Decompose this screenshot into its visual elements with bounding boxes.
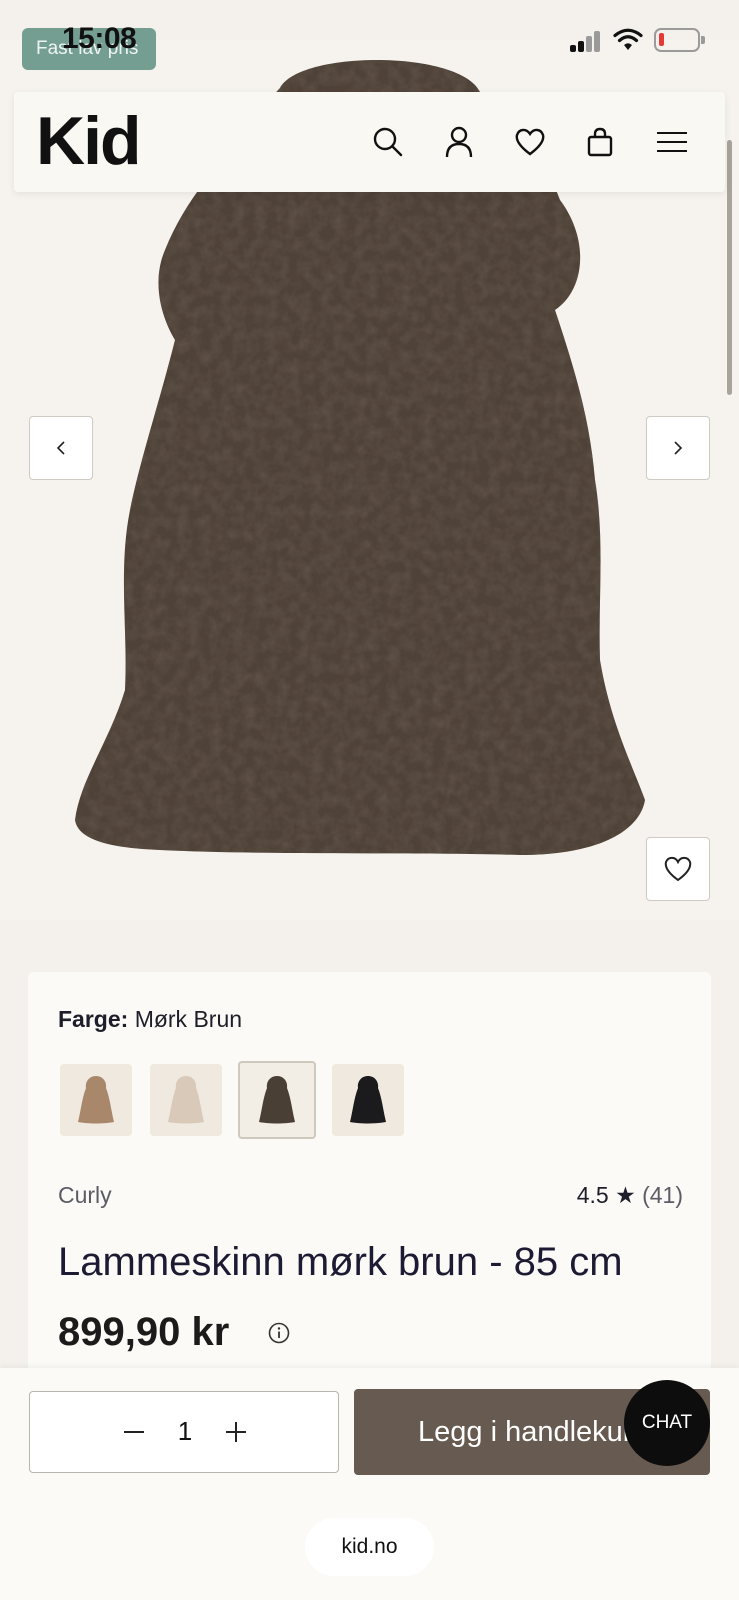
color-value: Mørk Brun — [134, 1006, 243, 1032]
quantity-value[interactable]: 1 — [170, 1416, 200, 1447]
menu-button[interactable] — [650, 120, 694, 164]
rating-value: 4.5 ★ — [576, 1182, 636, 1208]
decrease-quantity-button[interactable] — [114, 1412, 154, 1452]
increase-quantity-button[interactable] — [216, 1412, 256, 1452]
wifi-icon — [613, 28, 643, 50]
heart-icon — [664, 856, 692, 882]
previous-image-button[interactable] — [29, 416, 93, 480]
minus-icon — [124, 1431, 144, 1433]
wishlist-button[interactable] — [508, 120, 552, 164]
color-selection-label: Farge: Mørk Brun — [58, 1006, 242, 1033]
product-price: 899,90 kr — [58, 1310, 230, 1354]
product-title: Lammeskinn mørk brun - 85 cm — [58, 1240, 623, 1284]
heart-icon — [515, 128, 545, 156]
swatch-beige[interactable] — [60, 1064, 132, 1136]
plus-icon — [226, 1422, 246, 1442]
pelt-swatch-beige-icon — [78, 1076, 114, 1124]
next-image-button[interactable] — [646, 416, 710, 480]
color-label: Farge: — [58, 1006, 129, 1032]
swatch-cream[interactable] — [150, 1064, 222, 1136]
search-button[interactable] — [366, 120, 410, 164]
chevron-left-icon — [56, 441, 65, 455]
chevron-right-icon — [674, 441, 683, 455]
battery-icon — [654, 28, 705, 52]
site-header: Kid — [14, 92, 725, 192]
site-logo[interactable]: Kid — [36, 102, 142, 180]
add-to-wishlist-button[interactable] — [646, 837, 710, 901]
rating-count: (41) — [642, 1182, 683, 1208]
account-button[interactable] — [437, 120, 481, 164]
menu-icon — [657, 132, 687, 152]
swatch-dark-brown[interactable] — [238, 1061, 316, 1139]
pelt-swatch-black-icon — [350, 1076, 386, 1124]
cellular-signal-icon — [570, 30, 602, 52]
pelt-swatch-cream-icon — [168, 1076, 204, 1124]
swatch-black[interactable] — [332, 1064, 404, 1136]
chat-button[interactable]: CHAT — [624, 1380, 710, 1466]
status-time: 15:08 — [62, 22, 137, 55]
search-icon — [373, 127, 403, 157]
browser-url[interactable]: kid.no — [305, 1518, 434, 1576]
bag-icon — [587, 127, 613, 157]
pelt-swatch-dark-brown-icon — [259, 1076, 295, 1124]
cart-button[interactable] — [578, 120, 622, 164]
status-bar: Fast lav pris 15:08 — [0, 0, 739, 86]
scrollbar[interactable] — [727, 140, 732, 395]
account-icon — [445, 126, 473, 158]
page: Fast lav pris 15:08 Kid Farge: Mørk Brun… — [0, 0, 739, 1600]
product-details-card: Farge: Mørk Brun Curly 4.5 ★ (41) Lammes… — [28, 972, 711, 1392]
purchase-bar: 1 Legg i handlekurv CHAT kid.no — [0, 1368, 739, 1600]
quantity-stepper: 1 — [29, 1391, 339, 1473]
product-rating[interactable]: 4.5 ★ (41) — [577, 1182, 683, 1209]
info-icon[interactable] — [268, 1322, 290, 1344]
product-brand[interactable]: Curly — [58, 1182, 112, 1209]
